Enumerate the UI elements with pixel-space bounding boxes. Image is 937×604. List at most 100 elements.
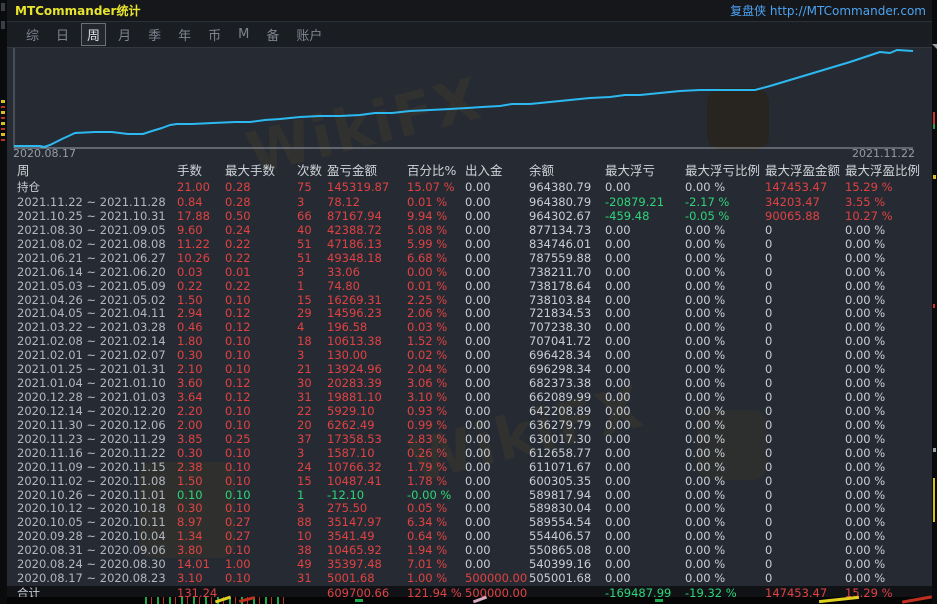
cell-4: 3541.49: [327, 529, 375, 543]
watermark-logo: [707, 88, 769, 150]
cell-7: 707238.30: [529, 320, 591, 334]
cell-1: 0.22: [177, 279, 203, 293]
menu-item-3[interactable]: 周: [81, 23, 106, 46]
table-row[interactable]: 2020.11.02 ~ 2020.11.081.500.101510487.4…: [7, 474, 924, 488]
menu-item-4[interactable]: 月: [113, 24, 136, 45]
table-row[interactable]: 2020.08.24 ~ 2020.08.3014.011.004935397.…: [7, 557, 924, 571]
table-row[interactable]: 2020.08.31 ~ 2020.09.063.800.103810465.9…: [7, 543, 924, 557]
cell-10: 0: [765, 529, 772, 543]
menu-item-8[interactable]: M: [233, 26, 254, 43]
menu-item-5[interactable]: 季: [143, 24, 166, 45]
table-row[interactable]: 2021.06.21 ~ 2021.06.2710.260.225149348.…: [7, 251, 924, 265]
table-row[interactable]: 2020.10.26 ~ 2020.11.010.100.101-12.10-0…: [7, 488, 924, 502]
background-window-left-edge: [0, 0, 7, 604]
menu-item-1[interactable]: 综: [21, 24, 44, 45]
table-row[interactable]: 2021.06.14 ~ 2021.06.200.030.01333.060.0…: [7, 265, 924, 279]
cell-2: 0.12: [225, 376, 251, 390]
cell-10: 0: [765, 376, 772, 390]
cell-11: 0.00 %: [845, 543, 885, 557]
cell-9: 0.00 %: [685, 571, 725, 585]
cell-8: 0.00: [605, 474, 631, 488]
cell-2: 0.24: [225, 223, 251, 237]
cell-7: 964380.79: [529, 180, 591, 194]
cell-5: 1.78 %: [407, 474, 447, 488]
cell-9: 0.00 %: [685, 180, 725, 194]
statistics-window: MTCommander统计 复盘侠 http://MTCommander.com…: [7, 0, 932, 604]
cell-6: 出入金: [465, 162, 503, 179]
cell-11: 0.00 %: [845, 376, 885, 390]
cell-6: 0.00: [465, 474, 491, 488]
menu-item-10[interactable]: 账户: [291, 24, 327, 45]
cell-1: 2.94: [177, 306, 203, 320]
cell-6: 0.00: [465, 348, 491, 362]
cell-0: 2021.05.03 ~ 2021.05.09: [17, 279, 166, 293]
cell-9: 0.00 %: [685, 320, 725, 334]
position-row[interactable]: 持仓21.000.2875145319.8715.07 %0.00964380.…: [7, 180, 924, 194]
cell-7: 964380.79: [529, 195, 591, 209]
table-row[interactable]: 2020.11.23 ~ 2020.11.293.850.253717358.5…: [7, 432, 924, 446]
brand-link[interactable]: 复盘侠 http://MTCommander.com: [730, 2, 926, 19]
cell-4: 14596.23: [327, 306, 382, 320]
table-row[interactable]: 2021.04.05 ~ 2021.04.112.940.122914596.2…: [7, 306, 924, 320]
table-row[interactable]: 2020.12.28 ~ 2021.01.033.640.123119881.1…: [7, 390, 924, 404]
cell-8: 0.00: [605, 501, 631, 515]
cell-4: 10487.41: [327, 474, 382, 488]
cell-3: 15: [297, 293, 312, 307]
cell-1: 2.20: [177, 404, 203, 418]
cell-11: 0.00 %: [845, 348, 885, 362]
table-row[interactable]: 2021.08.30 ~ 2021.09.059.600.244042388.7…: [7, 223, 924, 237]
cell-0: 2020.12.28 ~ 2021.01.03: [17, 390, 166, 404]
cell-0: 2020.11.02 ~ 2020.11.08: [17, 474, 166, 488]
cell-2: 0.22: [225, 251, 251, 265]
cell-3: 40: [297, 223, 312, 237]
cell-2: 0.10: [225, 571, 251, 585]
menu-item-7[interactable]: 币: [203, 24, 226, 45]
menu-item-2[interactable]: 日: [51, 24, 74, 45]
table-row[interactable]: 2020.12.14 ~ 2020.12.202.200.10225929.10…: [7, 404, 924, 418]
table-row[interactable]: 2020.11.09 ~ 2020.11.152.380.102410766.3…: [7, 460, 924, 474]
cell-0: 2020.09.28 ~ 2020.10.04: [17, 529, 166, 543]
background-window-bottom-strip: [7, 597, 932, 604]
table-row[interactable]: 2020.10.05 ~ 2020.10.118.970.278835147.9…: [7, 515, 924, 529]
table-row[interactable]: 2020.11.30 ~ 2020.12.062.000.10206262.49…: [7, 418, 924, 432]
table-row[interactable]: 2021.02.08 ~ 2021.02.141.800.101810613.3…: [7, 334, 924, 348]
cell-2: 0.12: [225, 390, 251, 404]
cell-4: 87167.94: [327, 209, 382, 223]
cell-4: -12.10: [327, 488, 364, 502]
behind-window-fragment: [655, 599, 663, 602]
table-row[interactable]: 2021.10.25 ~ 2021.10.3117.880.506687167.…: [7, 209, 924, 223]
cell-1: 0.30: [177, 446, 203, 460]
table-row[interactable]: 2020.11.16 ~ 2020.11.220.300.1031587.100…: [7, 446, 924, 460]
cell-7: 589554.54: [529, 515, 591, 529]
cell-1: 10.26: [177, 251, 210, 265]
table-row[interactable]: 2021.01.04 ~ 2021.01.103.600.123020283.3…: [7, 376, 924, 390]
cell-2: 0.10: [225, 460, 251, 474]
menu-item-9[interactable]: 备: [261, 24, 284, 45]
table-row[interactable]: 2021.05.03 ~ 2021.05.090.220.22174.800.0…: [7, 279, 924, 293]
cell-8: 0.00: [605, 251, 631, 265]
table-row[interactable]: 2021.03.22 ~ 2021.03.280.460.124196.580.…: [7, 320, 924, 334]
cell-8: 0.00: [605, 180, 631, 194]
titlebar[interactable]: MTCommander统计 复盘侠 http://MTCommander.com: [7, 0, 932, 22]
cell-9: 0.00 %: [685, 279, 725, 293]
table-row[interactable]: 2021.02.01 ~ 2021.02.070.300.103130.000.…: [7, 348, 924, 362]
cell-5: 0.93 %: [407, 404, 447, 418]
cell-7: 600305.35: [529, 474, 591, 488]
cell-8: 0.00: [605, 529, 631, 543]
table-row[interactable]: 2021.04.26 ~ 2021.05.021.500.101516269.3…: [7, 293, 924, 307]
cell-0: 2021.04.26 ~ 2021.05.02: [17, 293, 166, 307]
table-row[interactable]: 2020.10.12 ~ 2020.10.180.300.103275.500.…: [7, 501, 924, 515]
cell-11: 0.00 %: [845, 390, 885, 404]
table-row[interactable]: 2020.08.17 ~ 2020.08.233.100.10315001.68…: [7, 571, 924, 585]
cell-10: 0: [765, 515, 772, 529]
cell-0: 周: [17, 162, 30, 179]
table-row[interactable]: 2021.11.22 ~ 2021.11.280.840.28378.120.0…: [7, 195, 924, 209]
table-row[interactable]: 2020.09.28 ~ 2020.10.041.340.27103541.49…: [7, 529, 924, 543]
cell-6: 0.00: [465, 251, 491, 265]
table-row[interactable]: 2021.08.02 ~ 2021.08.0811.220.225147186.…: [7, 237, 924, 251]
window-title: MTCommander统计: [15, 2, 140, 19]
cell-9: 0.00 %: [685, 251, 725, 265]
cell-4: 5929.10: [327, 404, 375, 418]
table-row[interactable]: 2021.01.25 ~ 2021.01.312.100.102113924.9…: [7, 362, 924, 376]
menu-item-6[interactable]: 年: [173, 24, 196, 45]
